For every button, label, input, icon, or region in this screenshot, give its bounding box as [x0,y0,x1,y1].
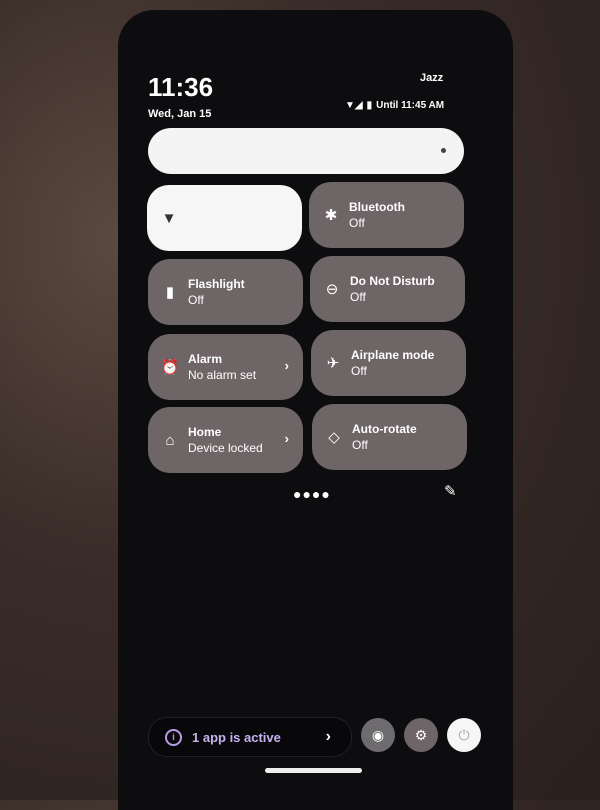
airplane-icon: ✈ [326,355,340,372]
flashlight-icon: ▮ [165,284,175,301]
tile-bluetooth[interactable]: ✱ Bluetooth Off [309,182,464,248]
power-icon: ⏻ [458,726,470,743]
tile-subtitle: Off [352,438,368,452]
tile-alarm[interactable]: ⏰ Alarm No alarm set › [148,334,303,400]
active-apps-label: 1 app is active [192,729,281,745]
tile-do-not-disturb[interactable]: ⊖ Do Not Disturb Off [310,256,465,322]
gear-icon: ⚙ [414,726,428,743]
edit-pencil-icon[interactable]: ✎ [444,482,457,500]
tile-wifi[interactable]: ▼ [147,185,302,251]
tile-subtitle: Off [188,293,204,307]
tile-title: Flashlight [188,277,245,291]
home-gesture-bar[interactable] [265,768,362,773]
tile-title: Airplane mode [351,348,435,362]
battery-icon: ▮ [366,100,373,111]
tile-title: Home [188,425,222,439]
home-icon: ⌂ [165,431,175,449]
power-button[interactable]: ⏻ [447,718,481,752]
tile-home[interactable]: ⌂ Home Device locked › [148,407,303,473]
dnd-icon: ⊖ [325,281,339,298]
bluetooth-icon: ✱ [324,207,338,224]
carrier-name: Jazz [420,72,444,84]
tile-subtitle: Off [350,290,366,304]
rotate-icon: ◇ [328,429,340,446]
settings-button[interactable]: ⚙ [404,718,438,752]
clock: 11:36 [148,72,214,102]
status-icons: ▼◢ ▮ Until 11:45 AM [345,100,444,111]
wifi-icon: ▼ [161,209,177,227]
brightness-icon [441,148,446,153]
tile-subtitle: Off [349,216,365,230]
user-button[interactable]: ◉ [361,718,395,752]
user-icon: ◉ [371,726,385,743]
info-icon: i [165,728,182,746]
tile-subtitle: No alarm set [188,368,257,382]
tile-title: Auto-rotate [352,422,417,436]
tile-subtitle: Device locked [188,441,263,455]
tile-subtitle: Off [351,364,367,378]
active-apps-button[interactable]: i 1 app is active › [148,717,352,757]
tile-airplane-mode[interactable]: ✈ Airplane mode Off [311,330,466,396]
chevron-right-icon: › [284,431,289,446]
wifi-signal-icon: ▼◢ [345,100,363,111]
tile-flashlight[interactable]: ▮ Flashlight Off [148,259,303,325]
dnd-until-text: Until 11:45 AM [376,100,445,111]
chevron-right-icon: › [284,358,289,373]
chevron-right-icon: › [325,728,331,745]
date: Wed, Jan 15 [148,108,212,120]
page-indicator: ●●●● [293,486,331,502]
tile-auto-rotate[interactable]: ◇ Auto-rotate Off [312,404,467,470]
alarm-icon: ⏰ [160,359,180,376]
tile-title: Do Not Disturb [350,274,435,288]
brightness-slider[interactable] [148,128,464,174]
tile-title: Alarm [188,352,223,366]
tile-title: Bluetooth [349,200,405,214]
